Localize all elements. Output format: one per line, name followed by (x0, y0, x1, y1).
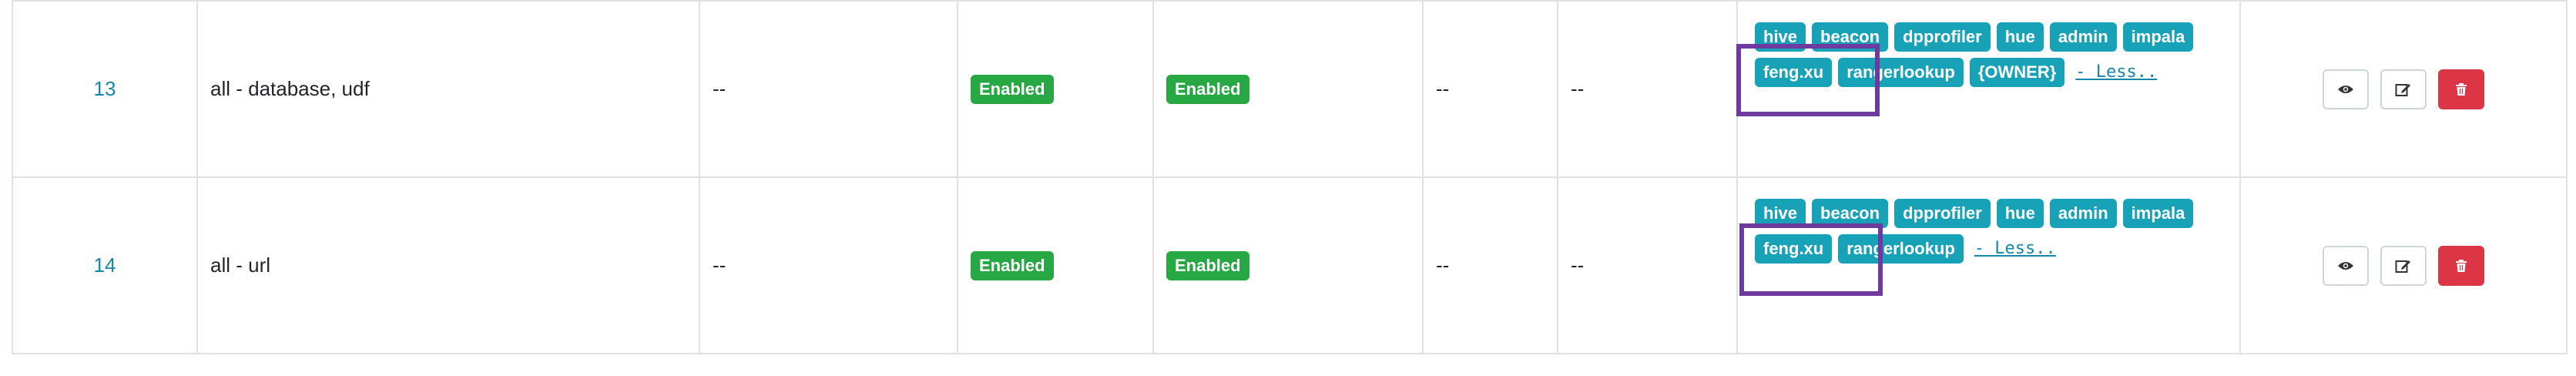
audit-cell: Enabled (1152, 176, 1424, 354)
edit-icon (2395, 83, 2410, 96)
users-list: hive beacon dpprofiler hue admin impala feng.… (1736, 22, 2224, 116)
user-tag: impala (2122, 22, 2194, 52)
actions-cell (2239, 176, 2568, 354)
roles-cell: -- (1422, 0, 1558, 178)
status-cell: Enabled (957, 0, 1154, 178)
user-tag: impala (2122, 199, 2194, 228)
show-less-link[interactable]: - Less.. (1974, 234, 2056, 264)
policy-labels-cell: -- (699, 0, 958, 178)
groups-cell: -- (1557, 176, 1738, 354)
user-tag: hive (1755, 22, 1806, 52)
edit-button[interactable] (2380, 69, 2427, 109)
policy-labels-cell: -- (699, 176, 958, 354)
user-tag: rangerlookup (1838, 234, 1964, 264)
policy-id-link[interactable]: 14 (94, 253, 116, 277)
policy-name-cell: all - url (196, 176, 700, 354)
users-cell: hive beacon dpprofiler hue admin impala feng.… (1736, 176, 2241, 354)
status-badge: Enabled (971, 74, 1054, 104)
user-tag: dpprofiler (1894, 199, 1991, 228)
status-cell: Enabled (957, 176, 1154, 354)
user-tag: hue (1996, 22, 2044, 52)
user-tag: admin (2049, 199, 2117, 228)
groups-value: -- (1571, 77, 1585, 100)
actions-cell (2239, 0, 2568, 178)
eye-icon (2337, 261, 2353, 270)
groups-value: -- (1571, 253, 1585, 277)
policy-labels-value: -- (713, 253, 726, 277)
users-cell: hive beacon dpprofiler hue admin impala feng.… (1736, 0, 2241, 178)
roles-cell: -- (1422, 176, 1558, 354)
user-tag: rangerlookup (1838, 58, 1964, 87)
policy-id-link[interactable]: 13 (94, 77, 116, 100)
table-row: 13 all - database, udf -- Enabled Enable… (12, 0, 2568, 178)
user-tag: hue (1996, 199, 2044, 228)
trash-icon (2456, 259, 2467, 272)
view-button[interactable] (2322, 245, 2369, 286)
view-button[interactable] (2322, 69, 2369, 109)
delete-button[interactable] (2438, 245, 2485, 286)
edit-icon (2395, 260, 2410, 273)
user-tag: feng.xu (1755, 234, 1833, 264)
show-less-link[interactable]: - Less.. (2075, 58, 2157, 87)
user-tag: beacon (1812, 22, 1889, 52)
eye-icon (2337, 85, 2353, 93)
audit-cell: Enabled (1152, 0, 1424, 178)
user-tag: dpprofiler (1894, 22, 1991, 52)
delete-button[interactable] (2438, 69, 2485, 109)
policy-name-cell: all - database, udf (196, 0, 700, 178)
audit-badge: Enabled (1166, 250, 1249, 280)
edit-button[interactable] (2380, 245, 2427, 286)
user-tag: admin (2049, 22, 2117, 52)
audit-badge: Enabled (1166, 74, 1249, 104)
user-tag: beacon (1812, 199, 1889, 228)
user-tag: {OWNER} (1969, 58, 2065, 87)
groups-cell: -- (1557, 0, 1738, 178)
user-tag: feng.xu (1755, 58, 1833, 87)
status-badge: Enabled (971, 250, 1054, 280)
roles-value: -- (1436, 253, 1450, 277)
policy-id-cell: 14 (12, 176, 198, 354)
policy-id-cell: 13 (12, 0, 198, 178)
policy-table: 13 all - database, udf -- Enabled Enable… (12, 0, 2568, 354)
policy-list: 13 all - database, udf -- Enabled Enable… (0, 0, 2576, 376)
roles-value: -- (1436, 77, 1450, 100)
users-list: hive beacon dpprofiler hue admin impala feng.… (1739, 199, 2224, 296)
user-tag: hive (1755, 199, 1806, 228)
policy-labels-value: -- (713, 77, 726, 100)
table-row: 14 all - url -- Enabled Enabled -- -- hi… (12, 176, 2568, 354)
trash-icon (2456, 82, 2467, 96)
